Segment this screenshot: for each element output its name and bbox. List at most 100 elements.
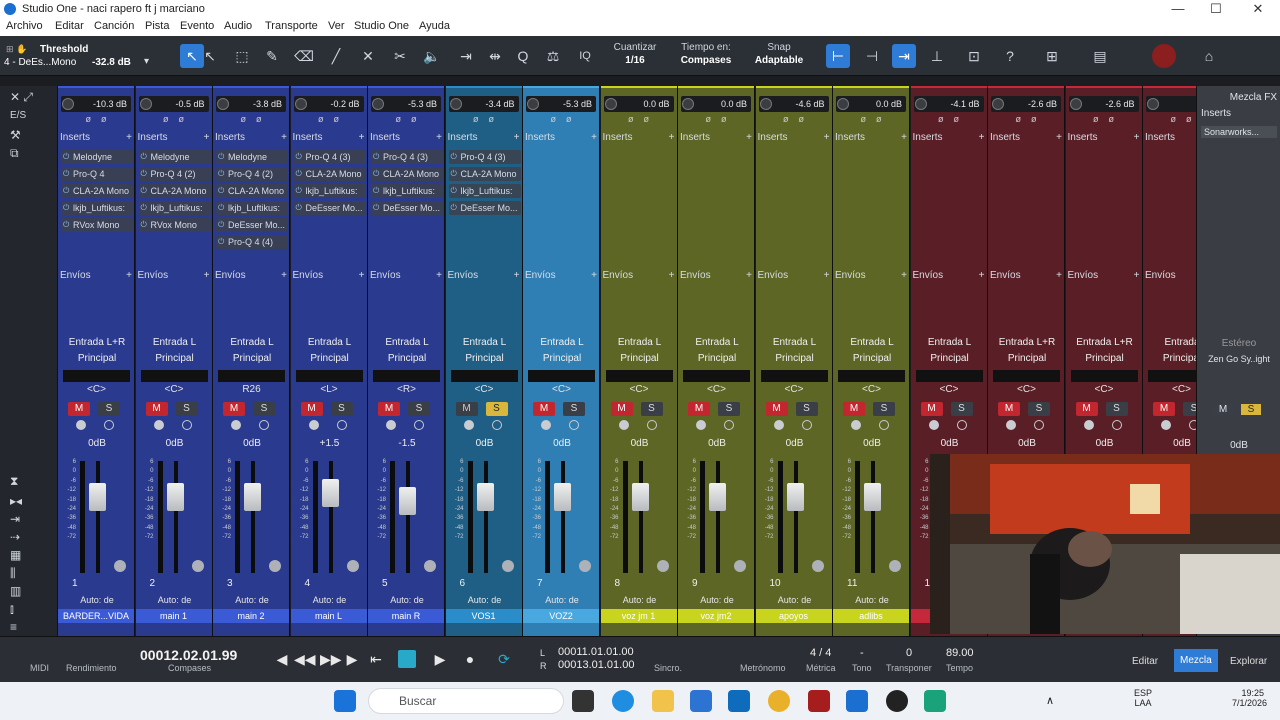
monitor-icon[interactable]: [801, 420, 812, 430]
add-send-icon[interactable]: +: [436, 270, 442, 281]
monitor-icon[interactable]: [956, 420, 967, 430]
add-send-icon[interactable]: +: [591, 270, 597, 281]
sends-header[interactable]: Envíos +: [680, 270, 754, 284]
inserts-header[interactable]: Inserts+: [370, 132, 444, 146]
pan-slider[interactable]: [760, 370, 828, 382]
volume-knob[interactable]: [139, 98, 152, 110]
pan-slider[interactable]: [528, 370, 595, 382]
input-selector[interactable]: Entrada L: [914, 336, 986, 350]
phase-buttons[interactable]: ø ø: [449, 114, 519, 128]
solo-button[interactable]: S: [485, 402, 508, 416]
add-send-icon[interactable]: +: [1056, 270, 1062, 281]
pan-slider[interactable]: [373, 370, 440, 382]
channel-name[interactable]: main R: [368, 609, 444, 623]
solo-button[interactable]: S: [795, 402, 818, 416]
sends-header[interactable]: Envíos +: [603, 270, 677, 284]
volume-fader[interactable]: [166, 483, 184, 511]
record-arm-icon[interactable]: [153, 420, 164, 430]
taskbar-search[interactable]: Buscar: [368, 688, 564, 714]
insert-plugin[interactable]: Melodyne: [216, 150, 288, 164]
automation-mode[interactable]: Auto: de: [607, 593, 673, 607]
add-insert-icon[interactable]: +: [204, 132, 210, 143]
menu-studio-one[interactable]: Studio One: [354, 20, 409, 32]
record-arm-icon[interactable]: [1006, 420, 1016, 430]
add-send-icon[interactable]: +: [979, 270, 985, 281]
inserts-header[interactable]: Inserts+: [293, 132, 367, 146]
record-arm-icon[interactable]: [463, 420, 474, 430]
record-arm-icon[interactable]: [851, 420, 861, 430]
inserts-header[interactable]: Inserts+: [990, 132, 1064, 146]
volume-fader[interactable]: [321, 479, 339, 507]
sends-header[interactable]: Envíos +: [215, 270, 289, 284]
output-selector[interactable]: Principal: [294, 352, 366, 366]
monitor-icon[interactable]: [569, 420, 579, 430]
solo-button[interactable]: S: [330, 402, 353, 416]
menu-editar[interactable]: Editar: [55, 20, 84, 32]
input-selector[interactable]: Entrada L+R: [1069, 336, 1141, 350]
record-arm-icon[interactable]: [1083, 420, 1094, 430]
monitor-icon[interactable]: [259, 420, 269, 430]
add-insert-icon[interactable]: +: [126, 132, 132, 143]
outlook-icon[interactable]: [728, 690, 750, 712]
automation-icon[interactable]: [811, 560, 824, 572]
insert-plugin[interactable]: RVox Mono: [138, 218, 211, 232]
mute-button[interactable]: M: [455, 402, 478, 416]
phase-buttons[interactable]: ø ø: [991, 114, 1061, 128]
menu-pista[interactable]: Pista: [145, 20, 169, 32]
phase-buttons[interactable]: ø ø: [604, 114, 674, 128]
file-explorer-icon[interactable]: [652, 690, 674, 712]
channel-name[interactable]: voz jm2: [678, 609, 754, 623]
add-insert-icon[interactable]: +: [824, 132, 830, 143]
volume-knob[interactable]: [372, 98, 384, 110]
add-send-icon[interactable]: +: [669, 270, 675, 281]
insert-plugin[interactable]: DeEsser Mo...: [448, 201, 521, 215]
solo-button[interactable]: S: [253, 402, 275, 416]
studio-one-taskbar-icon[interactable]: [846, 690, 868, 712]
automation-mode[interactable]: Auto: de: [762, 593, 828, 607]
expand-icon[interactable]: ▸◂: [10, 494, 50, 508]
inserts-header[interactable]: Inserts+: [1145, 132, 1196, 146]
fx-plugin[interactable]: Sonarworks...: [1201, 126, 1277, 138]
solo-button[interactable]: S: [873, 402, 895, 416]
pan-slider[interactable]: [993, 370, 1060, 382]
inserts-header[interactable]: Inserts+: [60, 132, 134, 146]
sends-header[interactable]: Envíos +: [1068, 270, 1142, 284]
record-arm-icon[interactable]: [618, 420, 629, 430]
time-signature-value[interactable]: 4 / 4: [810, 647, 831, 659]
volume-knob[interactable]: [682, 98, 694, 110]
mute-button[interactable]: M: [1075, 402, 1098, 416]
add-send-icon[interactable]: +: [514, 270, 520, 281]
input-selector[interactable]: Entrada L+R: [61, 336, 133, 350]
output-selector[interactable]: Principal: [1069, 352, 1141, 366]
add-insert-icon[interactable]: +: [359, 132, 365, 143]
automation-icon[interactable]: [579, 560, 591, 572]
grid-icon[interactable]: ▦: [10, 548, 50, 562]
transpose-value[interactable]: 0: [906, 647, 912, 659]
channel-name[interactable]: main 2: [213, 609, 289, 623]
record-arm-icon[interactable]: [541, 420, 551, 430]
add-insert-icon[interactable]: +: [1134, 132, 1140, 143]
phase-buttons[interactable]: ø ø: [914, 114, 984, 128]
pan-slider[interactable]: [140, 370, 208, 382]
add-send-icon[interactable]: +: [901, 270, 907, 281]
record-arm-icon[interactable]: [1161, 420, 1171, 430]
store-icon[interactable]: [690, 690, 712, 712]
output-selector[interactable]: Principal: [61, 352, 133, 366]
automation-mode[interactable]: Auto: de: [297, 593, 363, 607]
solo-button[interactable]: S: [175, 402, 198, 416]
monitor-icon[interactable]: [724, 420, 734, 430]
clock[interactable]: 19:25 7/1/2026: [1232, 688, 1267, 708]
close-button[interactable]: ✕: [1238, 1, 1278, 17]
collapse-icon[interactable]: ⧗: [10, 474, 50, 489]
insert-plugin[interactable]: Pro-Q 4 (2): [138, 167, 211, 181]
mute-button[interactable]: M: [223, 402, 245, 416]
channel-name[interactable]: adlibs: [833, 609, 909, 623]
phase-buttons[interactable]: ø ø: [1069, 114, 1139, 128]
insert-plugin[interactable]: CLA-2A Mono: [293, 167, 366, 181]
output-selector[interactable]: Principal: [216, 352, 288, 366]
volume-knob[interactable]: [837, 98, 849, 110]
insert-plugin[interactable]: CLA-2A Mono: [216, 184, 288, 198]
output-selector[interactable]: Principal: [914, 352, 986, 366]
sends-header[interactable]: Envíos +: [835, 270, 909, 284]
pan-slider[interactable]: [838, 370, 905, 382]
